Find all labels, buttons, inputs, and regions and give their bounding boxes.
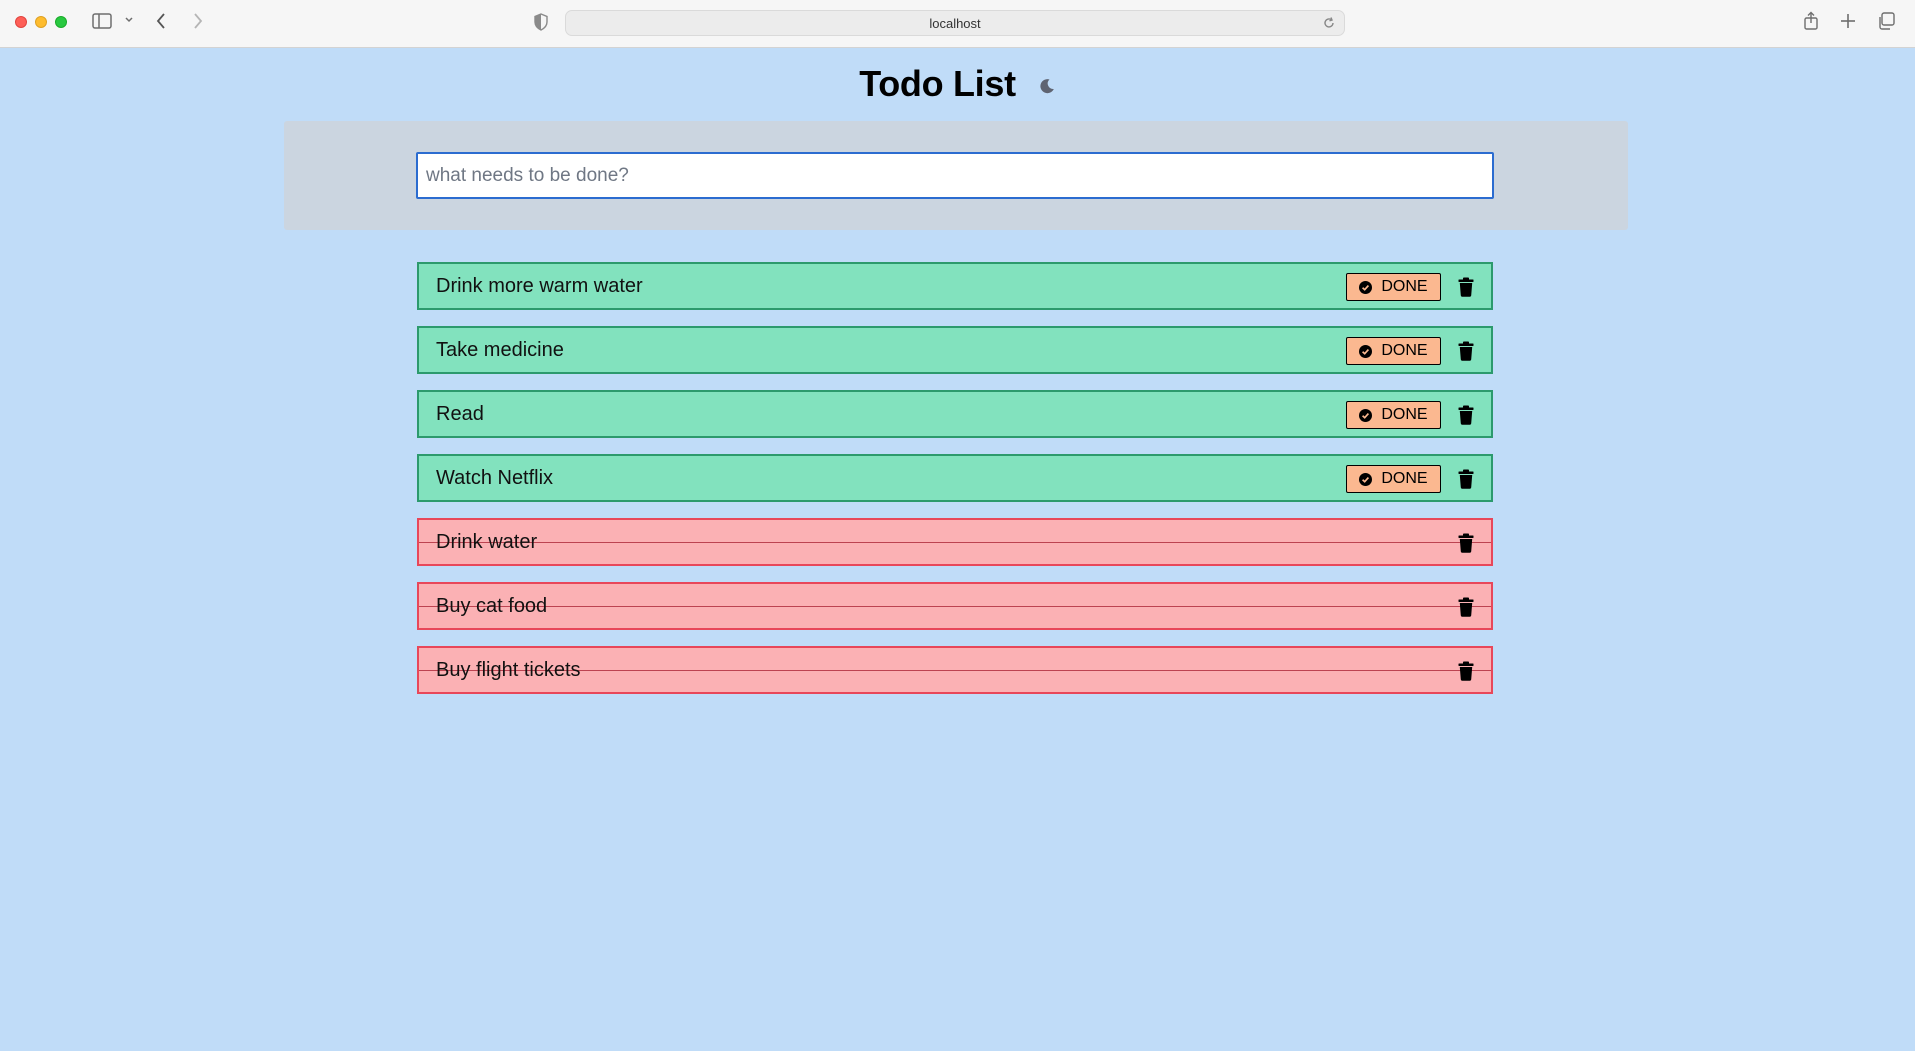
mark-done-label: DONE [1381, 406, 1428, 423]
browser-toolbar: localhost [0, 0, 1915, 48]
share-icon[interactable] [1803, 11, 1819, 31]
url-text: localhost [929, 15, 981, 31]
zoom-window-button[interactable] [55, 16, 67, 28]
mark-done-label: DONE [1381, 470, 1428, 487]
chevron-down-icon[interactable] [124, 16, 134, 24]
mark-done-button[interactable]: DONE [1346, 273, 1441, 301]
todo-list: Drink more warm water DONE Take medicine DO… [417, 262, 1493, 710]
new-todo-input[interactable] [416, 152, 1494, 199]
check-circle-icon [1359, 280, 1373, 294]
new-todo-panel [284, 121, 1628, 230]
back-icon[interactable] [155, 12, 167, 30]
trash-icon[interactable] [1457, 596, 1475, 618]
todo-item[interactable]: Watch Netflix DONE [417, 454, 1493, 502]
todo-item[interactable]: Drink more warm water DONE [417, 262, 1493, 310]
trash-icon[interactable] [1457, 532, 1475, 554]
minimize-window-button[interactable] [35, 16, 47, 28]
close-window-button[interactable] [15, 16, 27, 28]
todo-item[interactable]: Take medicine DONE [417, 326, 1493, 374]
new-tab-icon[interactable] [1840, 13, 1856, 29]
todo-text: Buy flight tickets [436, 658, 581, 681]
todo-text: Read [436, 402, 484, 425]
todo-text: Buy cat food [436, 594, 548, 617]
forward-icon[interactable] [192, 12, 204, 30]
trash-icon[interactable] [1457, 276, 1475, 298]
todo-item[interactable]: Drink water [417, 518, 1493, 566]
tab-overview-icon[interactable] [1877, 12, 1895, 30]
check-circle-icon [1359, 344, 1373, 358]
todo-app: Todo List Drink more warm waterDONETake … [0, 49, 1915, 1051]
todo-text: Drink water [436, 530, 538, 553]
sidebar-toggle-icon[interactable] [92, 13, 112, 29]
todo-text: Watch Netflix [436, 466, 554, 489]
trash-icon[interactable] [1457, 468, 1475, 490]
reload-icon[interactable] [1322, 16, 1336, 33]
mark-done-label: DONE [1381, 278, 1428, 295]
privacy-shield-icon[interactable] [533, 13, 549, 31]
todo-text: Take medicine [436, 338, 564, 361]
check-circle-icon [1359, 472, 1373, 486]
todo-text: Drink more warm water [436, 274, 643, 297]
trash-icon[interactable] [1457, 340, 1475, 362]
todo-item[interactable]: Read DONE [417, 390, 1493, 438]
address-bar[interactable]: localhost [565, 10, 1345, 36]
trash-icon[interactable] [1457, 660, 1475, 682]
page-title: Todo List [859, 63, 1016, 104]
mark-done-button[interactable]: DONE [1346, 401, 1441, 429]
mark-done-label: DONE [1381, 342, 1428, 359]
todo-item[interactable]: Buy cat food [417, 582, 1493, 630]
todo-item[interactable]: Buy flight tickets [417, 646, 1493, 694]
trash-icon[interactable] [1457, 404, 1475, 426]
moon-icon[interactable] [1038, 77, 1056, 95]
mark-done-button[interactable]: DONE [1346, 337, 1441, 365]
mark-done-button[interactable]: DONE [1346, 465, 1441, 493]
check-circle-icon [1359, 408, 1373, 422]
app-header: Todo List [0, 63, 1915, 105]
